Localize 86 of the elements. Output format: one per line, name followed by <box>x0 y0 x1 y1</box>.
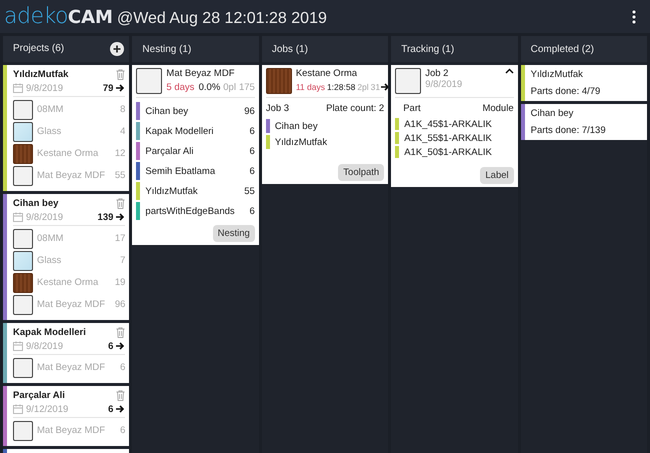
column-label: Part <box>403 103 421 114</box>
part-count: 79 <box>102 82 114 94</box>
part-count: 6 <box>250 166 255 176</box>
project-card[interactable]: YıldızMutfak 9/8/2019 79 08MM 8 Glass 4 Kestane Orma 12 Mat Beyaz MDF 55 <box>3 64 130 191</box>
project-name: Semih Ebatlama <box>145 166 216 176</box>
project-date: 9/8/2019 <box>26 340 63 352</box>
material-count: 55 <box>114 170 126 182</box>
column-title: Jobs (1) <box>272 44 308 54</box>
part-name: A1K_55$1-ARKALIK <box>404 132 492 144</box>
parts-count: 31 <box>370 82 380 92</box>
material-count: 6 <box>120 425 126 436</box>
part-count: 55 <box>244 186 255 196</box>
plate-count: Plate count: 2 <box>326 103 384 114</box>
part-count: 139 <box>98 212 114 223</box>
part-name: A1K_45$1-ARKALIK <box>404 118 492 130</box>
age-text: 11 days <box>296 82 325 92</box>
project-name: Parçalar Ali <box>13 390 65 401</box>
material-count: 7 <box>120 255 126 266</box>
material-name: Kestane Orma <box>296 68 358 79</box>
completed-card[interactable]: YıldızMutfak Parts done: 4/79 <box>520 65 648 101</box>
column-title: Projects (6) <box>13 43 64 54</box>
toolpath-button[interactable]: Toolpath <box>338 164 384 181</box>
label-button[interactable]: Label <box>480 167 514 184</box>
material-name: Mat Beyaz MDF <box>37 362 106 374</box>
project-name: YıldızMutfak <box>274 136 328 148</box>
material-name: Kestane Orma <box>37 148 100 160</box>
material-name: Glass <box>37 255 62 266</box>
project-name: Cihan bey <box>13 198 58 209</box>
material-count: 6 <box>120 362 126 374</box>
part-count: 6 <box>250 206 255 216</box>
logo-text: CAM <box>68 7 113 28</box>
job-date: 9/8/2019 <box>425 79 464 90</box>
nesting-button[interactable]: Nesting <box>212 225 255 242</box>
part-count: 6 <box>108 340 114 352</box>
project-name: partsWithEdgeBands <box>145 206 236 216</box>
project-name: Parçalar Ali <box>145 146 194 156</box>
project-date: 9/8/2019 <box>26 82 63 94</box>
column-title: Tracking (1) <box>401 44 454 54</box>
timestamp: @Wed Aug 28 12:01:28 2019 <box>116 10 327 28</box>
part-count: 6 <box>250 126 255 136</box>
part-name: A1K_50$1-ARKALIK <box>404 146 492 158</box>
time-text: 1:28:58 <box>326 82 356 92</box>
material-count: 96 <box>114 299 126 310</box>
progress-text: Parts done: 7/139 <box>530 125 607 136</box>
material-name: Mat Beyaz MDF <box>37 170 106 182</box>
job-name: Job 2 <box>425 68 450 79</box>
material-name: Mat Beyaz MDF <box>37 425 106 436</box>
material-count: 12 <box>114 148 126 160</box>
plates-text: 2pl <box>357 82 369 92</box>
project-name: Cihan bey <box>145 106 190 116</box>
age-text: 5 days <box>166 82 194 93</box>
part-count: 6 <box>250 146 255 156</box>
project-name: Kapak Modelleri <box>13 326 86 338</box>
progress-text: Parts done: 4/79 <box>530 86 602 97</box>
part-count: 96 <box>244 106 255 116</box>
material-count: 19 <box>114 277 126 288</box>
project-name: YıldızMutfak <box>13 68 68 80</box>
project-name: Cihan bey <box>274 120 318 132</box>
material-count: 17 <box>114 233 126 244</box>
project-date: 9/12/2019 <box>26 404 68 415</box>
material-name: 08MM <box>37 104 64 116</box>
plates-text: 0pl <box>223 82 236 93</box>
project-name: Kapak Modelleri <box>145 126 215 136</box>
parts-count: 175 <box>238 82 255 93</box>
material-name: Kestane Orma <box>37 277 100 288</box>
project-card[interactable]: Cihan bey 9/8/2019 139 08MM 17 Glass 7 Kestane Orma 19 Mat Beyaz MDF 96 <box>3 194 130 320</box>
part-count: 6 <box>108 404 114 415</box>
project-name: Cihan bey <box>530 108 574 119</box>
completed-card[interactable]: Cihan bey Parts done: 7/139 <box>520 104 648 140</box>
project-date: 9/8/2019 <box>26 212 63 223</box>
project-card[interactable]: Parçalar Ali 9/12/2019 6 Mat Beyaz MDF 6 <box>3 386 130 446</box>
project-card[interactable]: Kapak Modelleri 9/8/2019 6 Mat Beyaz MDF 6 <box>3 322 130 383</box>
logo-text: adeko <box>4 4 68 29</box>
job-name: Job 3 <box>266 103 290 114</box>
material-name: Mat Beyaz MDF <box>166 68 236 79</box>
column-label: Module <box>482 103 514 114</box>
material-name: Glass <box>37 126 62 138</box>
material-count: 8 <box>120 104 126 116</box>
column-title: Completed (2) <box>530 44 594 54</box>
project-name: YıldızMutfak <box>145 186 199 196</box>
material-name: 08MM <box>37 233 64 244</box>
percent-text: 0.0% <box>198 82 220 93</box>
column-title: Nesting (1) <box>142 44 192 54</box>
material-count: 4 <box>120 126 126 138</box>
material-name: Mat Beyaz MDF <box>37 299 106 310</box>
project-name: YıldızMutfak <box>530 69 584 80</box>
